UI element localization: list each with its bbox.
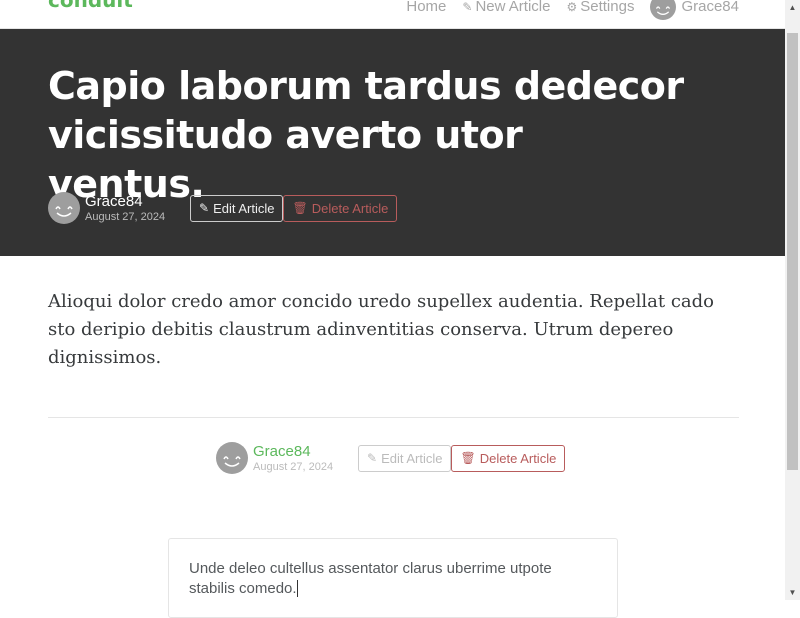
nav-link-home-label: Home: [406, 0, 447, 15]
scrollbar-thumb[interactable]: [787, 33, 798, 470]
nav-link-home[interactable]: Home: [406, 0, 446, 15]
pencil-icon: ✎: [367, 451, 378, 465]
edit-article-label: Edit Article: [381, 450, 443, 466]
delete-article-label: Delete Article: [311, 200, 389, 216]
scroll-down-arrow-icon[interactable]: ▼: [785, 585, 800, 600]
trash-icon: 🗑: [460, 451, 476, 465]
trash-icon: 🗑: [292, 201, 308, 215]
comment-textarea[interactable]: Unde deleo cultellus assentator clarus u…: [189, 559, 599, 599]
author-avatar[interactable]: [48, 192, 80, 224]
avatar: [650, 0, 677, 20]
author-name-link[interactable]: Grace84: [253, 443, 358, 460]
article-date: August 27, 2024: [253, 460, 334, 473]
article-date: August 27, 2024: [85, 210, 166, 223]
edit-article-button[interactable]: ✎ Edit Article: [358, 444, 452, 472]
pencil-icon: ✎: [199, 201, 210, 215]
nav-link-profile[interactable]: Grace84: [650, 0, 739, 20]
author-avatar[interactable]: [216, 442, 248, 474]
edit-icon: ✎: [462, 0, 473, 14]
author-name-link[interactable]: Grace84: [85, 193, 190, 210]
nav-links: Home ✎ New Article ⚙ Settings Grace84: [390, 0, 739, 20]
delete-article-label: Delete Article: [479, 450, 557, 466]
scrollbar[interactable]: ▲ ▼: [785, 0, 800, 600]
divider: [48, 417, 739, 418]
edit-article-label: Edit Article: [213, 200, 275, 216]
gear-icon: ⚙: [566, 0, 578, 14]
scroll-up-arrow-icon[interactable]: ▲: [785, 0, 800, 15]
delete-article-button[interactable]: 🗑 Delete Article: [451, 444, 566, 472]
nav-link-new-article[interactable]: ✎ New Article: [462, 0, 550, 15]
nav-link-settings[interactable]: ⚙ Settings: [566, 0, 634, 15]
brand-logo[interactable]: conduit: [48, 0, 133, 10]
comment-text: Unde deleo cultellus assentator clarus u…: [189, 560, 552, 597]
nav-link-settings-label: Settings: [580, 0, 635, 15]
author-info: Grace84 August 27, 2024: [85, 193, 190, 224]
article-meta-bottom: Grace84 August 27, 2024 ✎ Edit Article 🗑…: [216, 442, 566, 474]
delete-article-button[interactable]: 🗑 Delete Article: [283, 194, 398, 222]
article-banner: Capio laborum tardus dedecor vicissitudo…: [0, 29, 785, 256]
author-info: Grace84 August 27, 2024: [253, 443, 358, 474]
nav-link-profile-label: Grace84: [681, 0, 739, 15]
article-title: Capio laborum tardus dedecor vicissitudo…: [48, 64, 684, 206]
nav-link-new-article-label: New Article: [475, 0, 551, 15]
article-meta-top: Grace84 August 27, 2024 ✎ Edit Article 🗑…: [48, 192, 398, 224]
navbar: conduit Home ✎ New Article ⚙ Settings Gr…: [0, 0, 785, 29]
article-body: Alioqui dolor credo amor concido uredo s…: [48, 291, 715, 368]
edit-article-button[interactable]: ✎ Edit Article: [190, 194, 284, 222]
comment-form[interactable]: Unde deleo cultellus assentator clarus u…: [168, 538, 618, 618]
text-caret: [296, 580, 298, 597]
